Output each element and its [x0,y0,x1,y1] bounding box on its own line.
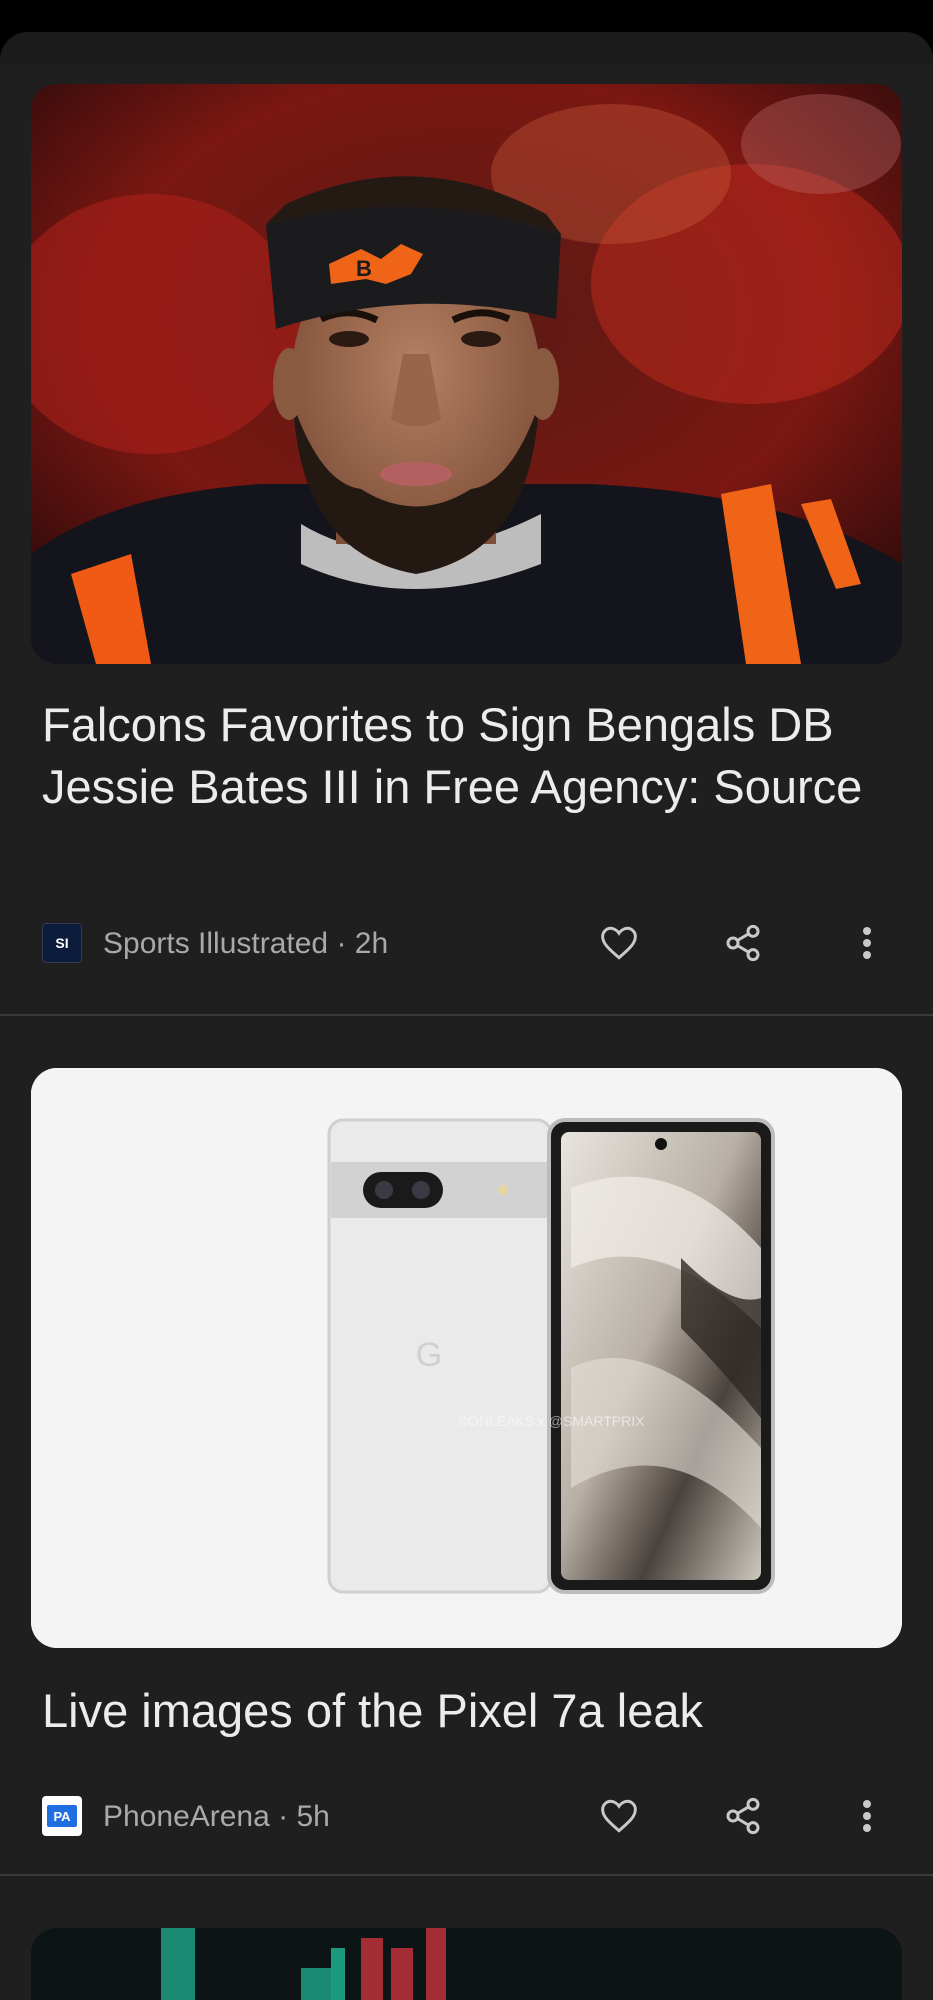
pixel-phone-photo: G ©ONLEAKS x @SMARTPRIX [31,1068,902,1648]
more-options-button[interactable] [842,918,892,968]
article-image[interactable]: G ©ONLEAKS x @SMARTPRIX [31,1068,902,1648]
article-age: 2h [354,927,389,960]
article-card[interactable]: G ©ONLEAKS x @SMARTPRIX Live images of t… [0,1017,933,1907]
phonearena-logo-mark: PA [47,1805,77,1827]
more-options-button[interactable] [842,1791,892,1841]
article-source-line: Sports Illustrated · 2h [103,926,388,962]
source-logo: SI [42,923,82,963]
heart-icon [601,1799,637,1833]
article-source-line: PhoneArena · 5h [103,1799,330,1835]
article-source: PhoneArena [103,1800,270,1833]
article-meta: PA PhoneArena · 5h [42,1791,902,1841]
article-image[interactable]: B [31,84,902,664]
article-source: Sports Illustrated [103,927,329,960]
share-icon [726,1797,760,1835]
meta-separator: · [328,927,355,960]
article-headline[interactable]: Falcons Favorites to Sign Bengals DB Jes… [42,694,882,818]
source-logo-text: PA [53,1808,71,1824]
like-button[interactable] [594,918,644,968]
share-icon [726,924,760,962]
article-meta: SI Sports Illustrated · 2h [42,918,902,968]
more-vert-icon [863,927,871,959]
meta-separator: · [269,1800,297,1833]
svg-text:B: B [356,256,372,281]
stock-chart-photo [31,1928,902,2000]
article-divider [0,1014,933,1016]
share-button[interactable] [718,1791,768,1841]
football-player-photo: B [31,84,902,664]
news-feed: B Falcons Favorites to Sign Bengals DB J… [0,32,933,2000]
image-watermark: ©ONLEAKS x @SMARTPRIX [458,1413,646,1429]
article-age: 5h [296,1800,330,1833]
heart-icon [601,926,637,960]
article-card[interactable]: B Falcons Favorites to Sign Bengals DB J… [0,32,933,1017]
article-image[interactable] [31,1928,902,2000]
more-vert-icon [863,1800,871,1832]
like-button[interactable] [594,1791,644,1841]
article-card[interactable] [0,1928,933,2000]
source-logo: PA [42,1796,82,1836]
article-divider [0,1874,933,1876]
source-logo-text: SI [55,935,69,951]
article-headline[interactable]: Live images of the Pixel 7a leak [42,1680,882,1742]
svg-text:G: G [416,1336,442,1374]
share-button[interactable] [718,918,768,968]
